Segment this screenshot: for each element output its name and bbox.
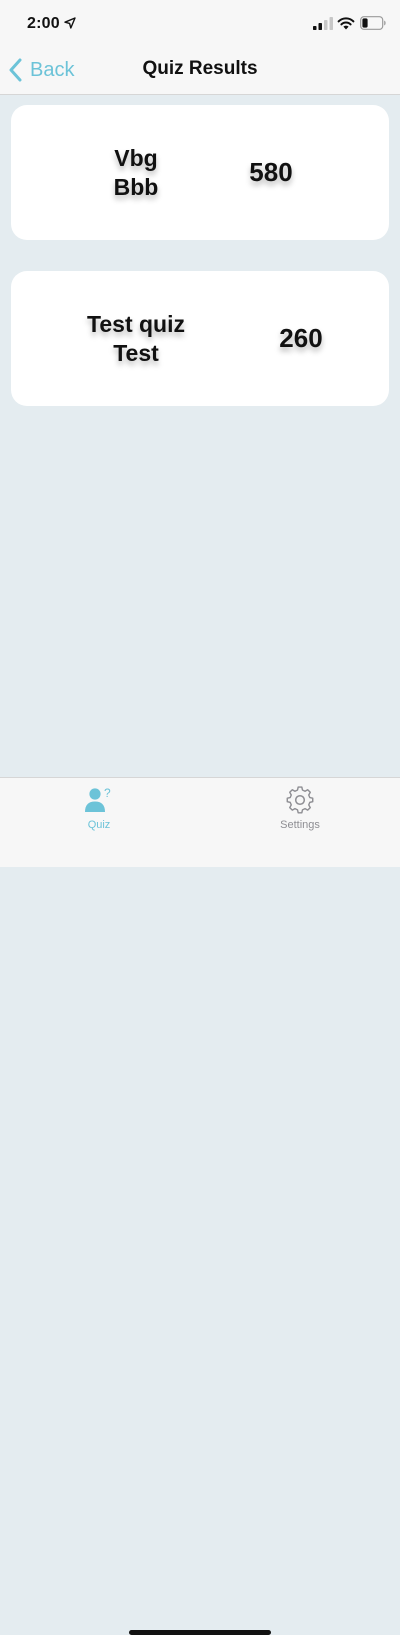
- cellular-signal-icon: [313, 17, 333, 30]
- page-title: Quiz Results: [142, 58, 258, 79]
- tab-settings[interactable]: Settings: [240, 786, 360, 831]
- quiz-result-name: Vbg Bbb: [86, 105, 186, 240]
- svg-text:?: ?: [104, 786, 111, 800]
- wifi-icon: [337, 17, 355, 30]
- quiz-result-name-line2: Test: [113, 339, 159, 366]
- quiz-result-score: 580: [249, 157, 293, 187]
- tab-quiz-label: Quiz: [87, 819, 111, 831]
- quiz-result-card[interactable]: Vbg Bbb 580: [11, 105, 389, 240]
- navigation-bar: Back Quiz Results: [0, 46, 400, 95]
- user-question-icon: ?: [85, 786, 111, 812]
- battery-icon: [360, 16, 386, 30]
- location-arrow-icon: [64, 17, 76, 29]
- quiz-result-name-line2: Bbb: [113, 173, 159, 200]
- quiz-result-name-line1: Vbg: [114, 144, 158, 171]
- home-indicator[interactable]: [129, 1630, 271, 1635]
- tab-quiz[interactable]: ? Quiz: [39, 786, 159, 831]
- tab-settings-label: Settings: [280, 819, 320, 831]
- status-bar: 2:00: [0, 0, 400, 46]
- quiz-result-card[interactable]: Test quiz Test 260: [11, 271, 389, 406]
- gear-icon: [286, 786, 314, 814]
- quiz-result-name: Test quiz Test: [66, 271, 206, 406]
- status-time: 2:00: [27, 15, 60, 32]
- tab-bar: ? Quiz Settings: [0, 777, 400, 1635]
- quiz-result-score: 260: [279, 323, 323, 353]
- quiz-result-name-line1: Test quiz: [87, 310, 185, 337]
